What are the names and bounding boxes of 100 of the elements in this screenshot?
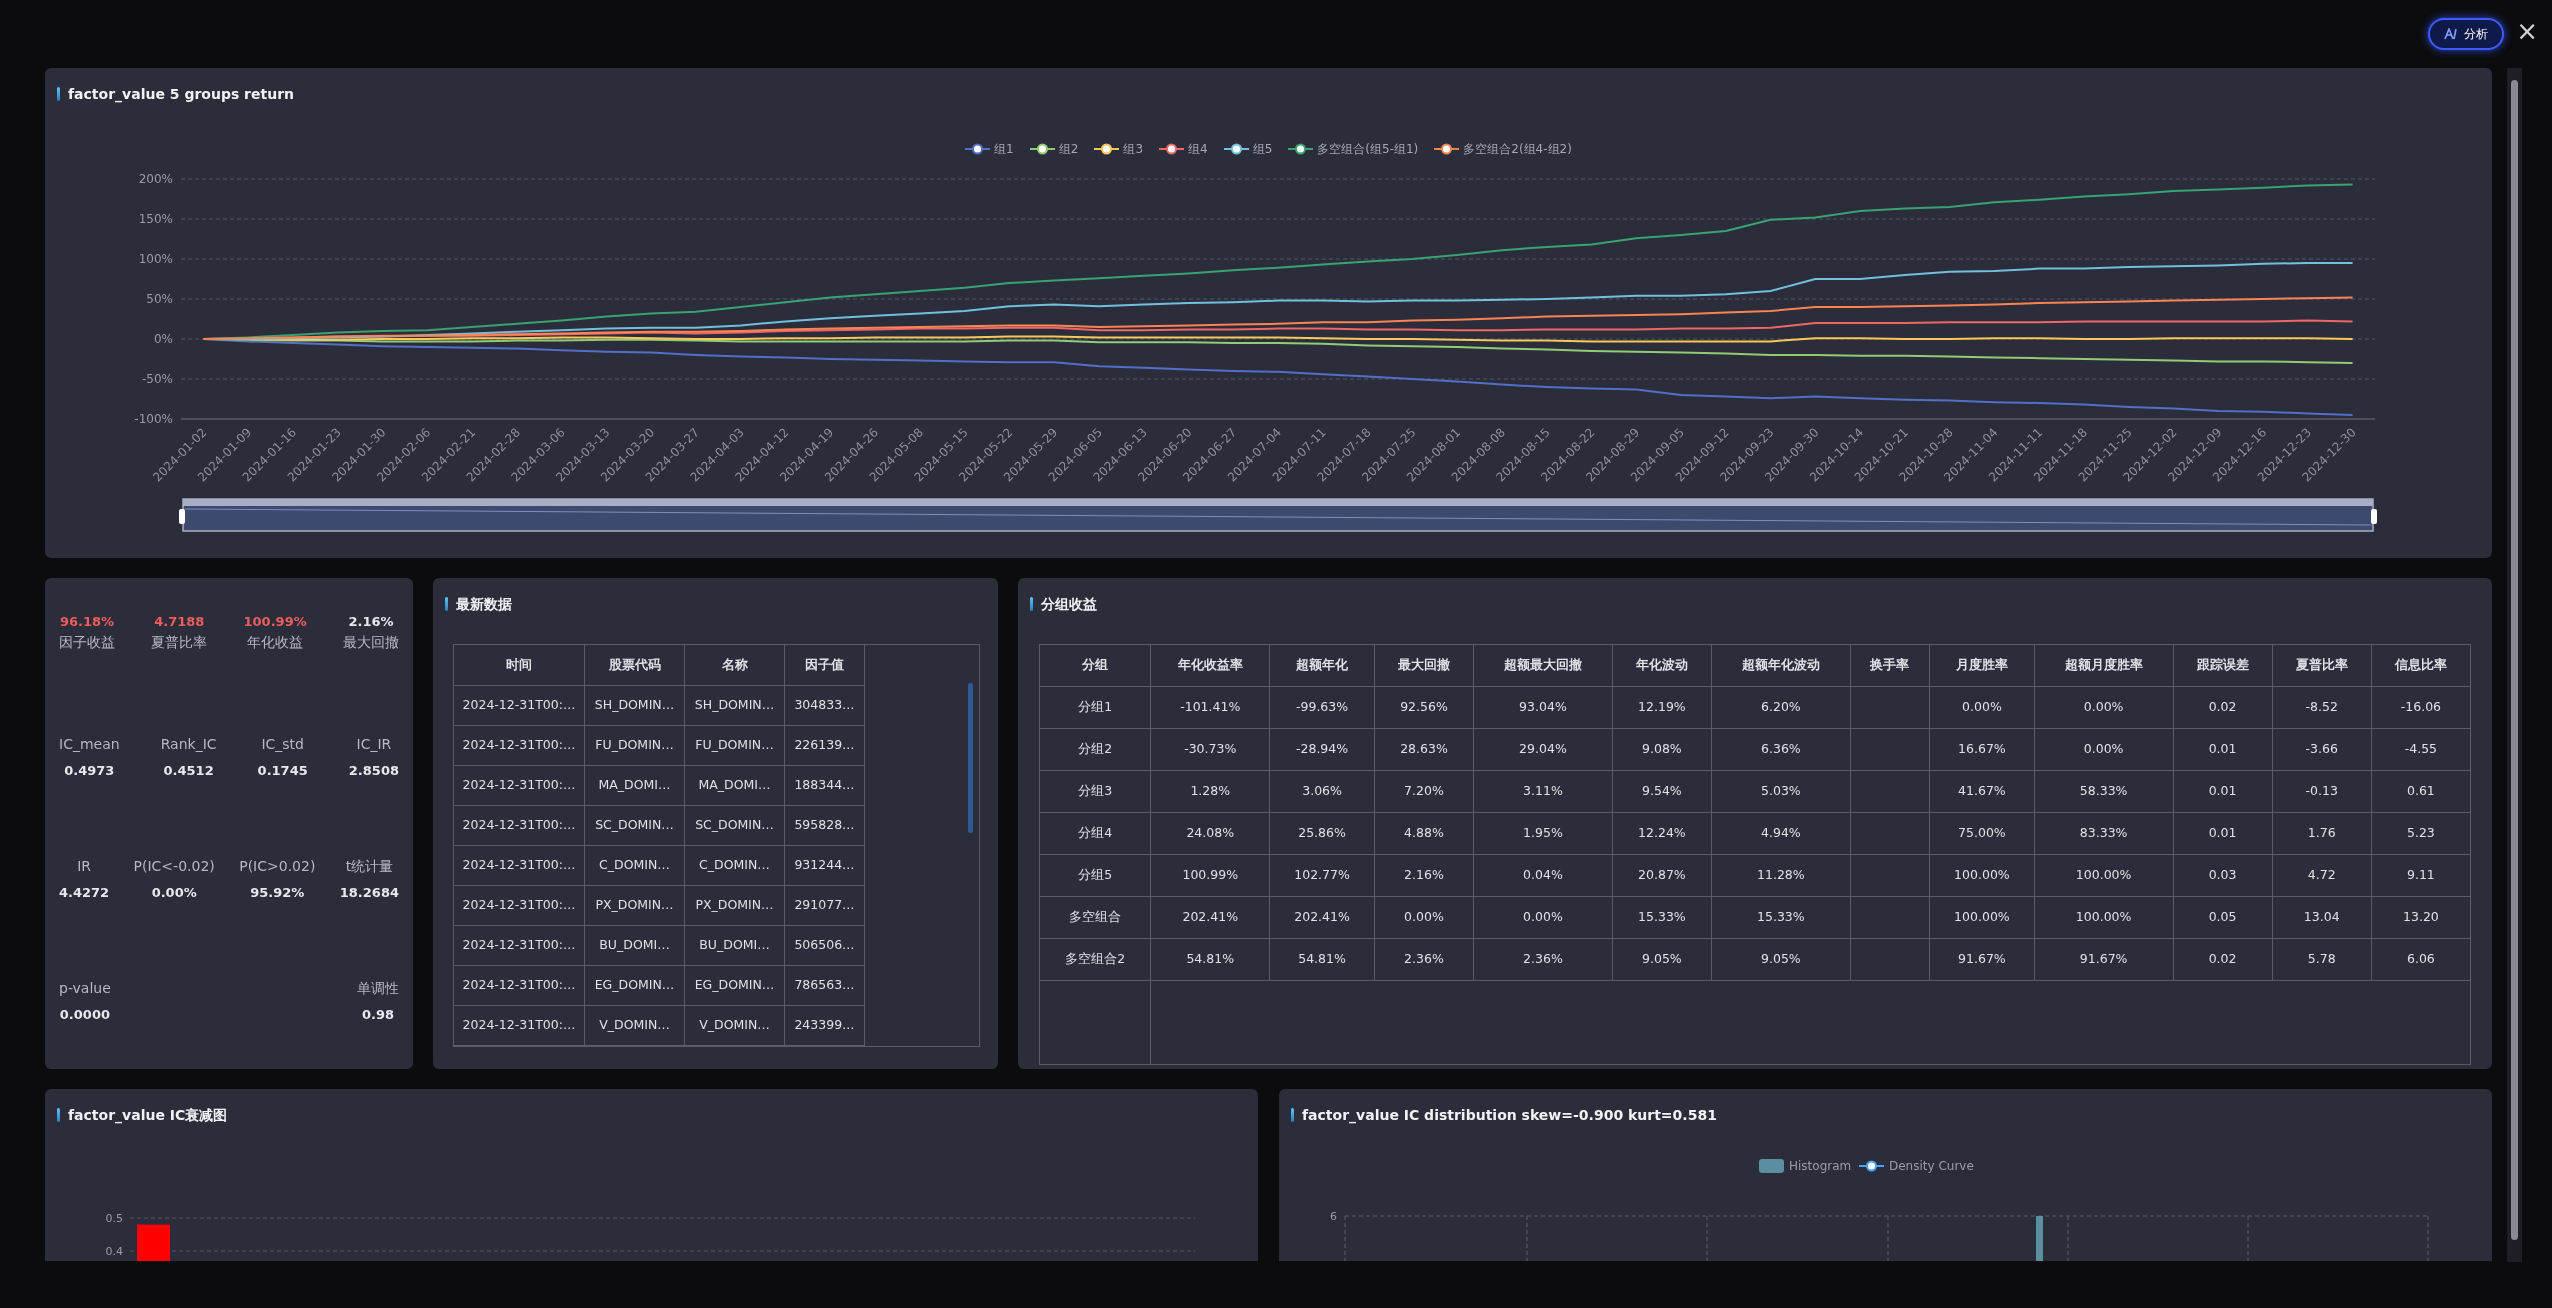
table-cell: 102.77% [1269,854,1375,897]
stat-label: IC_IR [356,735,392,754]
table-cell: 4.94% [1711,812,1851,855]
column-header: 时间 [454,645,585,686]
legend-label[interactable]: 组1 [994,140,1014,158]
table-cell: 0.00% [1374,896,1474,939]
stat-value: 2.8508 [348,762,399,780]
stat-value: 96.18% [59,613,115,631]
legend-label[interactable]: Density Curve [1889,1159,1974,1173]
table-cell: 12.19% [1612,686,1712,729]
close-button[interactable]: × [2512,18,2542,44]
stat-label: p-value [59,979,111,998]
column-header: 跟踪误差 [2173,644,2273,687]
table-cell: 0.00% [2034,686,2174,729]
table-cell: 2024-12-31T00:… [454,765,585,806]
column-header: 夏普比率 [2272,644,2372,687]
table-cell: 分组2 [1039,728,1151,771]
table-cell: 2024-12-31T00:… [454,725,585,766]
table-cell: 11.28% [1711,854,1851,897]
table-cell: -3.66 [2272,728,2372,771]
table-cell: 0.00% [1473,896,1613,939]
table-cell: FU_DOMIN… [684,725,785,766]
y-axis-label: 6 [1330,1210,1337,1223]
table-cell: 6.36% [1711,728,1851,771]
stat-label: IR [77,857,91,876]
column-header: 超额年化波动 [1711,644,1851,687]
legend-label[interactable]: 组3 [1123,140,1144,158]
legend-label[interactable]: 组5 [1252,140,1273,158]
legend-label[interactable]: 组4 [1188,140,1208,158]
table-cell: 5.23 [2371,812,2471,855]
table-cell: 0.02 [2173,938,2273,981]
table-cell: V_DOMIN… [584,1005,685,1046]
legend-label[interactable]: 组2 [1058,140,1079,158]
column-header: 信息比率 [2371,644,2471,687]
table-cell: 15.33% [1711,896,1851,939]
table-cell: V_DOMIN… [684,1005,785,1046]
table-cell: 9.08% [1612,728,1712,771]
stat-label: P(IC<-0.02) [133,857,215,876]
table-cell: 24.08% [1150,812,1270,855]
column-header: 超额最大回撤 [1473,644,1613,687]
table-cell: 100.00% [1929,854,2035,897]
stat-label: t统计量 [345,857,394,876]
table-cell: 2024-12-31T00:… [454,885,585,926]
table-cell: 304833… [784,685,865,726]
table-cell: 0.01 [2173,812,2273,855]
slider-handle[interactable] [179,509,185,524]
table-cell: 2024-12-31T00:… [454,845,585,886]
y-axis-label: 150% [138,212,173,226]
table-cell: 0.61 [2371,770,2471,813]
table-cell: 0.05 [2173,896,2273,939]
bar [137,1224,170,1261]
table-cell: 9.11 [2371,854,2471,897]
stat-value: 18.2684 [339,884,399,902]
column-header: 换手率 [1850,644,1930,687]
stat-label: 单调性 [357,979,399,998]
table-cell: 4.72 [2272,854,2372,897]
legend-label[interactable]: 多空组合2(组4-组2) [1463,140,1572,158]
table-cell: 分组5 [1039,854,1151,897]
zoom-slider[interactable] [182,498,2374,532]
table-cell: BU_DOMI… [684,925,785,966]
slider-handle[interactable] [2371,509,2377,524]
table-cell: SH_DOMIN… [584,685,685,726]
panel-title: 最新数据 [456,595,512,614]
table-cell: 25.86% [1269,812,1375,855]
table-cell: 100.99% [1150,854,1270,897]
histogram-bar [2036,1216,2043,1261]
table-cell: 1.95% [1473,812,1613,855]
y-axis-label: 100% [138,252,173,266]
table-cell: 2024-12-31T00:… [454,925,585,966]
stat-label: 因子收益 [59,632,115,652]
table-cell: 291077… [784,885,865,926]
table-cell: 2.36% [1374,938,1474,981]
stat-value: 4.4272 [59,884,110,902]
title-marker [1291,1108,1294,1122]
table-cell: 100.00% [2034,896,2174,939]
table-cell: EG_DOMIN… [584,965,685,1006]
column-header: 年化波动 [1612,644,1712,687]
legend-label[interactable]: Histogram [1789,1159,1852,1173]
table-cell: 0.01 [2173,770,2273,813]
table-cell: 54.81% [1269,938,1375,981]
legend-label[interactable]: 多空组合(组5-组1) [1317,140,1419,158]
table-cell: 93.04% [1473,686,1613,729]
stat-label: Rank_IC [160,735,217,754]
table-cell: 100.00% [1929,896,2035,939]
stat-value: 100.99% [243,613,307,631]
ai-analysis-button[interactable]: 分析 [2428,18,2505,50]
table-cell: -4.55 [2371,728,2471,771]
panel-title: factor_value 5 groups return [68,85,295,104]
table-cell: 1.76 [2272,812,2372,855]
column-header: 年化收益率 [1150,644,1270,687]
scrollbar[interactable] [2507,68,2522,1262]
table-cell: MA_DOMI… [584,765,685,806]
stat-label: IC_mean [59,735,120,754]
table-cell: 多空组合 [1039,896,1151,939]
column-header: 月度胜率 [1929,644,2035,687]
legend-swatch [1759,1159,1784,1173]
table-cell: 15.33% [1612,896,1712,939]
scrollbar-thumb[interactable] [968,683,973,833]
table-cell: 1.28% [1150,770,1270,813]
table-cell: BU_DOMI… [584,925,685,966]
